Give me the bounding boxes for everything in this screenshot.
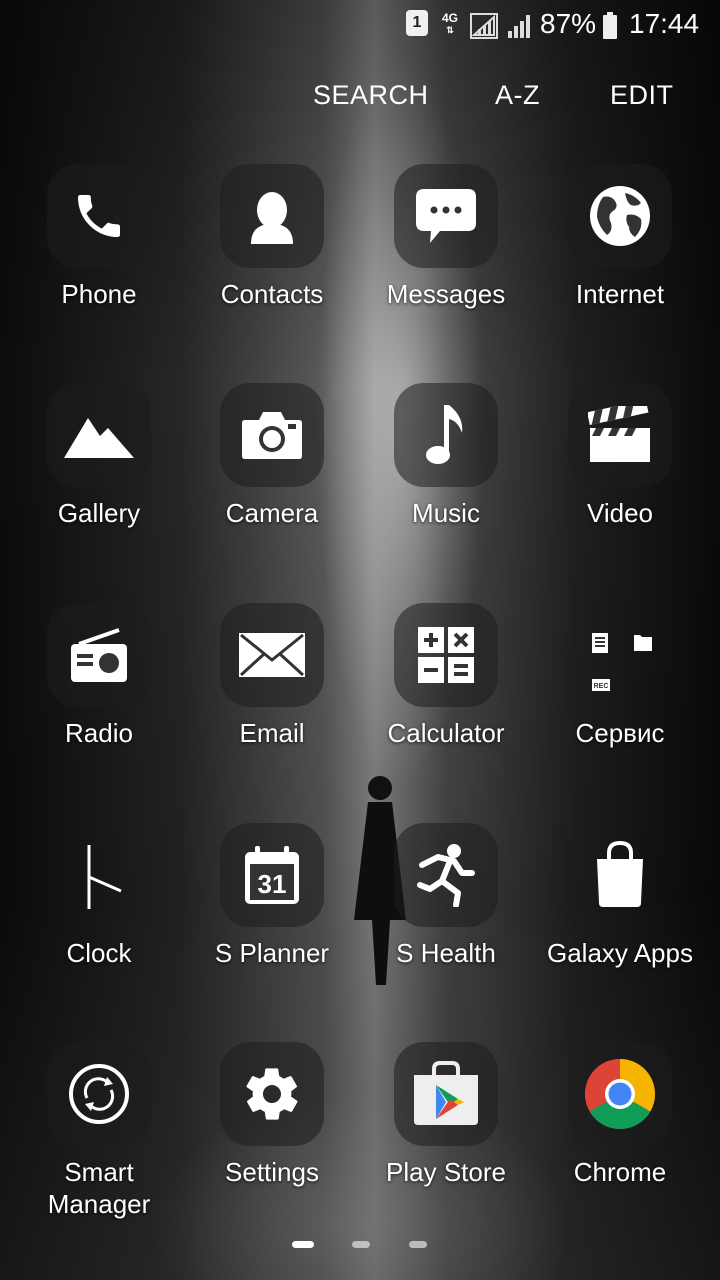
app-label: Smart Manager bbox=[2, 1156, 196, 1220]
app-label: Camera bbox=[225, 498, 319, 528]
app-label: Calculator bbox=[387, 718, 505, 748]
network-type-label: 4G bbox=[442, 11, 459, 25]
chrome-icon bbox=[568, 1042, 672, 1146]
app-label: Email bbox=[239, 718, 305, 748]
app-label-line: Manager bbox=[47, 1189, 151, 1219]
network-type: 4G ⇅ bbox=[442, 12, 458, 44]
calendar-day: 31 bbox=[258, 869, 287, 899]
status-bar: 1 4G ⇅ 87% 17:44 bbox=[0, 0, 720, 48]
battery-percent: 87% bbox=[540, 8, 597, 39]
app-label: S Planner bbox=[214, 938, 330, 968]
play-store-icon bbox=[394, 1042, 498, 1146]
clock-icon bbox=[47, 823, 151, 927]
signal-bars-icon bbox=[508, 15, 530, 38]
camera-icon bbox=[220, 383, 324, 487]
app-label: Phone bbox=[61, 279, 137, 309]
gallery-icon bbox=[47, 383, 151, 487]
app-label-line: Smart bbox=[64, 1157, 134, 1187]
clock-time: 17:44 bbox=[629, 8, 700, 39]
app-label: Video bbox=[586, 498, 654, 528]
app-label: Internet bbox=[575, 279, 665, 309]
sim-badge: 1 bbox=[406, 10, 428, 36]
radio-icon bbox=[47, 603, 151, 707]
calendar-icon: 31 bbox=[220, 823, 324, 927]
page-indicator[interactable] bbox=[352, 1241, 370, 1248]
messages-icon bbox=[394, 164, 498, 268]
page-indicator[interactable] bbox=[409, 1241, 427, 1248]
smart-manager-icon bbox=[47, 1042, 151, 1146]
signal-icon bbox=[470, 13, 498, 39]
app-label: Сервис bbox=[575, 718, 665, 748]
clapperboard-icon bbox=[568, 383, 672, 487]
globe-icon bbox=[568, 164, 672, 268]
app-label: Clock bbox=[66, 938, 132, 968]
app-label: Radio bbox=[65, 718, 133, 748]
folder-badge: REC bbox=[594, 683, 609, 690]
data-arrows-icon: ⇅ bbox=[446, 25, 454, 35]
running-person-icon bbox=[394, 823, 498, 927]
app-label: Music bbox=[412, 498, 480, 528]
app-label: Settings bbox=[225, 1157, 319, 1187]
shopping-bag-icon bbox=[568, 823, 672, 927]
edit-button[interactable]: EDIT bbox=[610, 80, 674, 111]
app-label: S Health bbox=[396, 938, 496, 968]
gear-icon bbox=[220, 1042, 324, 1146]
app-label: Contacts bbox=[220, 279, 324, 309]
app-label: Galaxy Apps bbox=[547, 938, 693, 968]
app-label: Chrome bbox=[573, 1157, 667, 1187]
page-indicator-active[interactable] bbox=[292, 1241, 314, 1248]
app-label: Gallery bbox=[57, 498, 141, 528]
contacts-icon bbox=[220, 164, 324, 268]
app-label: Messages bbox=[386, 279, 506, 309]
sort-az-button[interactable]: A-Z bbox=[495, 80, 540, 111]
envelope-icon bbox=[220, 603, 324, 707]
phone-icon bbox=[47, 164, 151, 268]
calculator-icon bbox=[394, 603, 498, 707]
folder-icon: REC bbox=[568, 603, 672, 707]
app-label: Play Store bbox=[386, 1157, 506, 1187]
search-button[interactable]: SEARCH bbox=[313, 80, 429, 111]
music-note-icon bbox=[394, 383, 498, 487]
battery-icon bbox=[603, 12, 617, 39]
